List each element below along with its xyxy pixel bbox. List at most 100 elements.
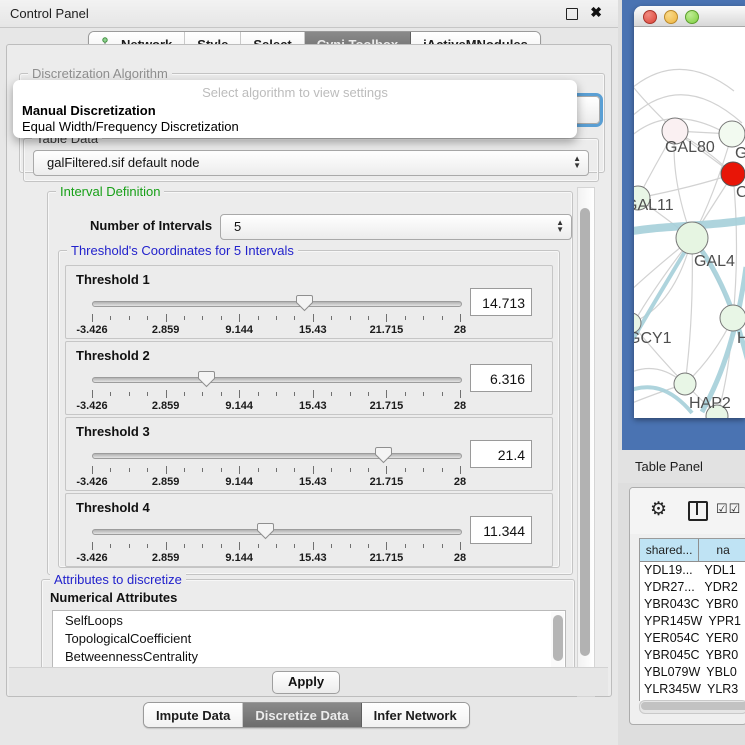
network-canvas[interactable]: GAL80 GA C GAL11 GAL4 H GCY1 HAP2 <box>634 27 745 418</box>
slider-handle[interactable] <box>198 370 215 388</box>
slider-track[interactable] <box>92 453 462 459</box>
zoom-traffic-light-icon[interactable] <box>685 10 699 24</box>
table-row[interactable]: YBL079WYBL0 <box>640 664 745 681</box>
apply-button[interactable]: Apply <box>272 671 340 694</box>
interval-definition-title: Interval Definition <box>56 184 164 199</box>
threshold-1-row: Threshold 1 -3.4262.8599.14415.4321.7152… <box>65 265 553 339</box>
bottom-tab-bar: Impute Data Discretize Data Infer Networ… <box>143 702 470 728</box>
table-row[interactable]: YLR345WYLR3 <box>640 681 745 698</box>
tab-infer-network[interactable]: Infer Network <box>362 703 469 727</box>
scrollbar-thumb[interactable] <box>641 702 745 710</box>
num-intervals-label: Number of Intervals <box>90 218 212 233</box>
column-header-shared-name[interactable]: shared... <box>640 539 699 561</box>
node-table[interactable]: shared... na YDL19...YDL1 YDR27...YDR2 Y… <box>639 538 745 701</box>
panel-scrollbar[interactable] <box>577 187 595 697</box>
column-header-name[interactable]: na <box>699 539 745 561</box>
close-icon[interactable]: ✖ <box>590 4 602 21</box>
checkbox-icons[interactable]: ☑☑ <box>716 501 741 517</box>
slider-track[interactable] <box>92 377 462 383</box>
node-gal4[interactable] <box>676 222 708 254</box>
menu-item-manual-discretization[interactable]: Manual Discretization <box>22 103 156 118</box>
slider-ticks <box>92 390 460 399</box>
node-label-gal80: GAL80 <box>665 139 715 157</box>
threshold-2-slider[interactable]: -3.4262.8599.14415.4321.71528 <box>92 372 460 412</box>
panel-title: Control Panel <box>10 6 89 21</box>
tab-discretize-data-label: Discretize Data <box>255 708 348 723</box>
table-row[interactable]: YPR145WYPR1 <box>640 613 745 630</box>
apply-strip: Apply <box>9 667 608 696</box>
threshold-3-row: Threshold 3 -3.4262.8599.14415.4321.7152… <box>65 417 553 491</box>
threshold-4-row: Threshold 4 -3.4262.8599.14415.4321.7152… <box>65 493 553 567</box>
thresholds-group-title: Threshold's Coordinates for 5 Intervals <box>67 243 298 258</box>
minimize-traffic-light-icon[interactable] <box>664 10 678 24</box>
control-panel-window: Control Panel ✖ Network Style Select Cyn… <box>0 0 618 745</box>
slider-track[interactable] <box>92 529 462 535</box>
screen: Control Panel ✖ Network Style Select Cyn… <box>0 0 745 745</box>
table-panel-titlebar: Table Panel <box>618 450 745 483</box>
table-panel-title: Table Panel <box>635 459 703 474</box>
split-columns-icon[interactable] <box>688 501 708 521</box>
node-label-gcy1: GCY1 <box>634 330 672 348</box>
network-window: GAL80 GA C GAL11 GAL4 H GCY1 HAP2 <box>634 6 745 418</box>
node-top-right[interactable] <box>719 121 745 147</box>
gear-icon[interactable]: ⚙ <box>650 498 667 521</box>
list-item[interactable]: SelfLoops <box>53 611 565 629</box>
table-header-row: shared... na <box>640 539 745 562</box>
table-panel: ⚙ ☑☑ shared... na YDL19...YDL1 YDR27...Y… <box>629 487 745 725</box>
table-row[interactable]: YDL19...YDL1 <box>640 562 745 579</box>
threshold-2-value-field[interactable]: 6.316 <box>470 364 532 392</box>
algorithm-dropdown-popup: Select algorithm to view settings Manual… <box>13 80 577 138</box>
tab-discretize-data[interactable]: Discretize Data <box>243 703 361 727</box>
float-window-icon[interactable] <box>566 8 578 20</box>
close-traffic-light-icon[interactable] <box>643 10 657 24</box>
attributes-group-title: Attributes to discretize <box>50 572 186 587</box>
table-row[interactable]: YDR27...YDR2 <box>640 579 745 596</box>
threshold-3-value-field[interactable]: 21.4 <box>470 440 532 468</box>
threshold-4-value-field[interactable]: 11.344 <box>470 516 532 544</box>
node-label-hap2: HAP2 <box>689 395 731 413</box>
slider-ticks <box>92 542 460 551</box>
table-data-value: galFiltered.sif default node <box>47 155 199 170</box>
network-view-frame: GAL80 GA C GAL11 GAL4 H GCY1 HAP2 <box>622 0 745 450</box>
slider-handle[interactable] <box>375 446 392 464</box>
table-row[interactable]: YBR043CYBR0 <box>640 596 745 613</box>
threshold-4-slider[interactable]: -3.4262.8599.14415.4321.71528 <box>92 524 460 564</box>
scrollbar-thumb[interactable] <box>580 208 590 656</box>
table-data-combobox[interactable]: galFiltered.sif default node ▲▼ <box>33 150 589 176</box>
node-red[interactable] <box>721 162 745 186</box>
thresholds-groupbox: Threshold's Coordinates for 5 Intervals … <box>58 250 560 568</box>
table-horizontal-scrollbar[interactable] <box>639 700 745 714</box>
slider-track[interactable] <box>92 301 462 307</box>
slider-handle[interactable] <box>296 294 313 312</box>
tab-impute-data-label: Impute Data <box>156 708 230 723</box>
list-item[interactable]: BetweennessCentrality <box>53 647 565 665</box>
node-hap2[interactable] <box>674 373 696 395</box>
slider-handle[interactable] <box>257 522 274 540</box>
numerical-attributes-list[interactable]: SelfLoops TopologicalCoefficient Between… <box>52 610 566 670</box>
list-item[interactable]: TopologicalCoefficient <box>53 629 565 647</box>
tab-infer-network-label: Infer Network <box>374 708 457 723</box>
network-graph <box>634 27 745 418</box>
slider-tick-labels: -3.4262.8599.14415.4321.71528 <box>92 552 460 564</box>
stepper-icon: ▲▼ <box>573 155 581 169</box>
num-intervals-value: 5 <box>234 219 241 234</box>
threshold-1-value-field[interactable]: 14.713 <box>470 288 532 316</box>
threshold-1-label: Threshold 1 <box>76 272 150 287</box>
table-row[interactable]: YER054CYER0 <box>640 630 745 647</box>
slider-tick-labels: -3.4262.8599.14415.4321.71528 <box>92 324 460 336</box>
threshold-3-label: Threshold 3 <box>76 424 150 439</box>
menu-item-equal-width-frequency[interactable]: Equal Width/Frequency Discretization <box>22 119 239 134</box>
list-scrollbar[interactable] <box>551 612 564 668</box>
cyni-toolbox-panel: Discretization Algorithm Select algorith… <box>6 44 612 697</box>
threshold-2-label: Threshold 2 <box>76 348 150 363</box>
table-toolbar: ⚙ ☑☑ <box>630 488 745 534</box>
algorithm-hint: Select algorithm to view settings <box>13 85 577 100</box>
node-right-mid[interactable] <box>720 305 745 331</box>
threshold-1-slider[interactable]: -3.4262.8599.14415.4321.71528 <box>92 296 460 336</box>
table-row[interactable]: YBR045CYBR0 <box>640 647 745 664</box>
tab-impute-data[interactable]: Impute Data <box>144 703 243 727</box>
slider-tick-labels: -3.4262.8599.14415.4321.71528 <box>92 400 460 412</box>
num-intervals-combobox[interactable]: 5 ▲▼ <box>220 214 572 240</box>
interval-definition-groupbox: Interval Definition Number of Intervals … <box>47 191 573 575</box>
threshold-3-slider[interactable]: -3.4262.8599.14415.4321.71528 <box>92 448 460 488</box>
